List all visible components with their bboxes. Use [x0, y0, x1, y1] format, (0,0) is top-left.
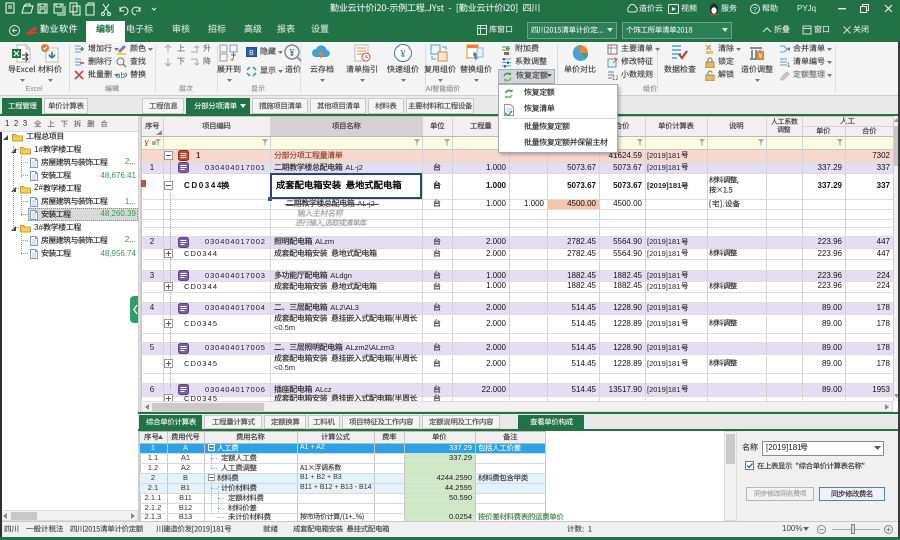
svg-text:ab: ab [116, 71, 125, 80]
svg-text:Y: Y [144, 139, 150, 147]
svg-text:12: 12 [612, 76, 618, 81]
svg-text:?: ? [753, 7, 757, 14]
svg-text:123: 123 [787, 63, 790, 68]
svg-text:¥: ¥ [759, 53, 763, 60]
svg-text:¥: ¥ [400, 48, 406, 60]
svg-text:B: B [249, 50, 254, 57]
svg-text:¥: ¥ [290, 48, 295, 59]
